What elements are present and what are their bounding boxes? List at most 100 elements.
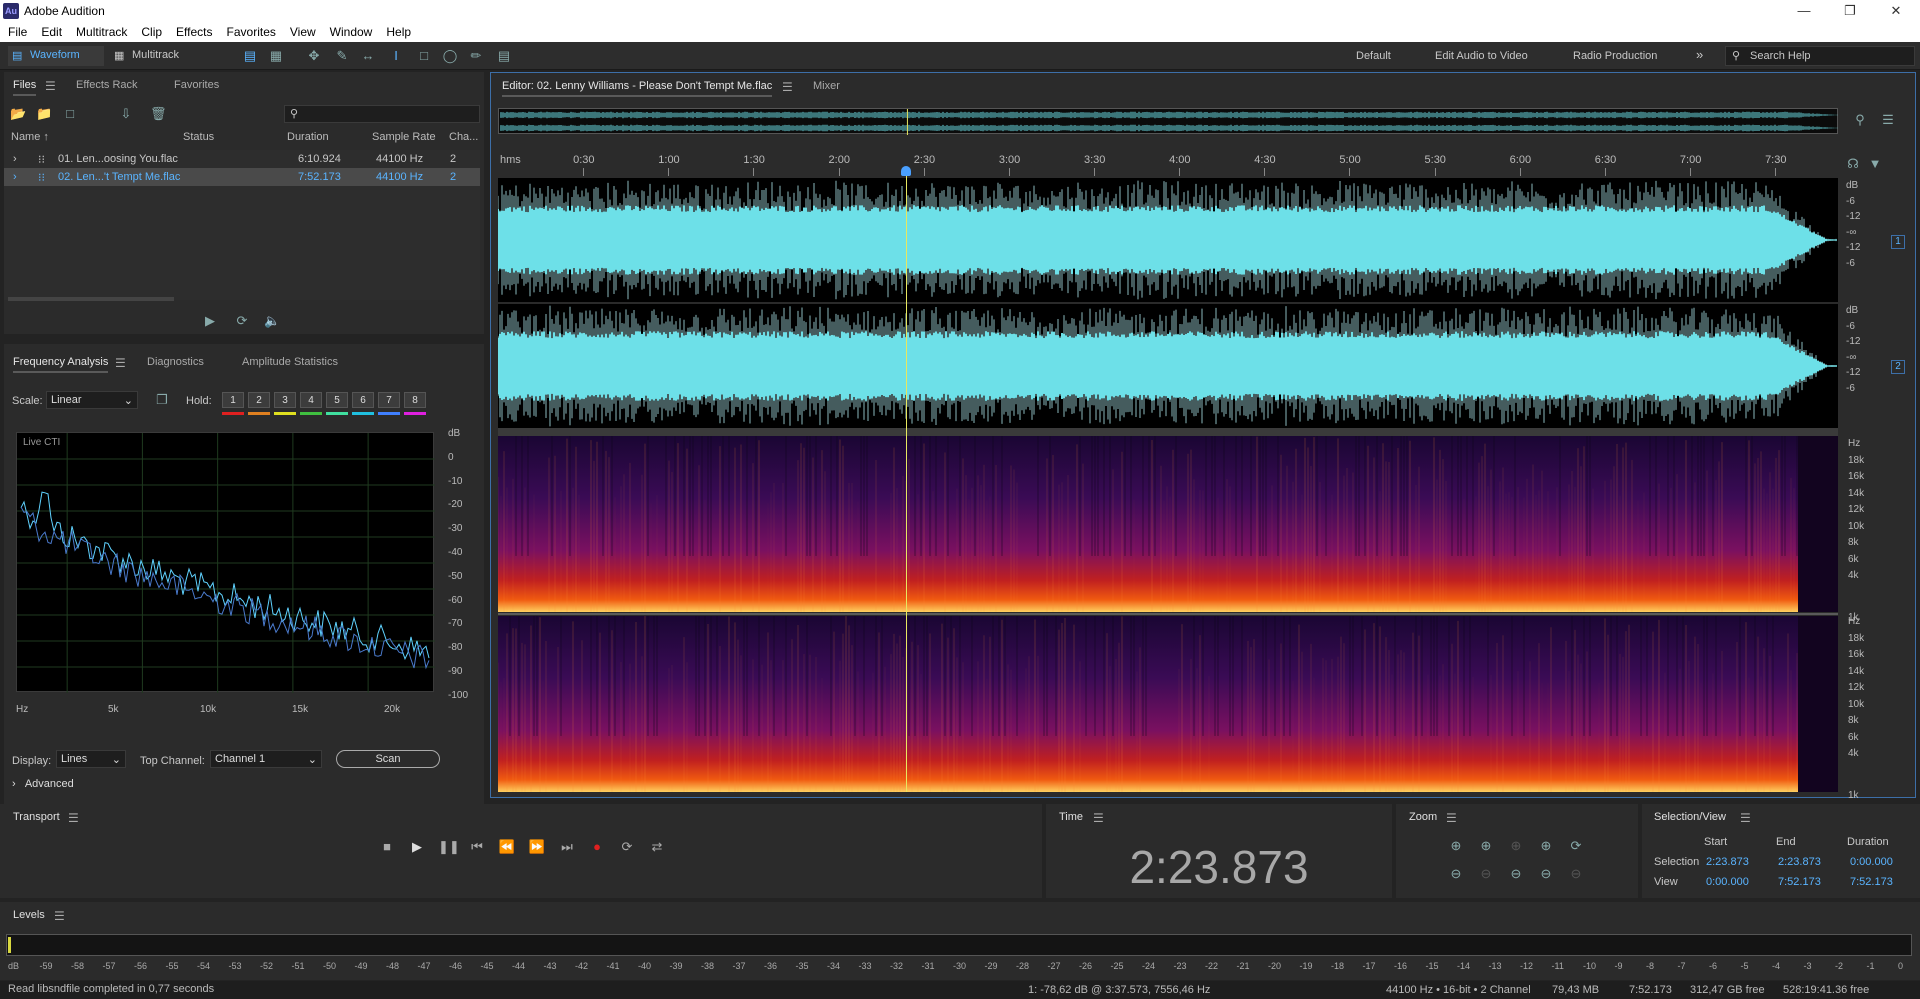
lasso-tool-icon[interactable]: ◯ (442, 48, 458, 64)
new-file-icon[interactable]: □ (62, 106, 78, 122)
minimize-button[interactable]: — (1784, 2, 1824, 20)
zoom-out-point-icon[interactable]: ⊖ (1538, 866, 1554, 882)
tab-frequency-analysis[interactable]: Frequency Analysis (13, 356, 109, 373)
freq-menu-icon[interactable]: ☰ (115, 356, 126, 370)
loop-preview-icon[interactable]: ⟳ (234, 313, 250, 329)
col-name[interactable]: Name ↑ (11, 131, 49, 143)
col-sample-rate[interactable]: Sample Rate (372, 131, 436, 143)
time-ruler[interactable]: hms 0:30 1:00 1:30 2:00 2:30 3:00 3:30 4:00 4:30 5… (498, 152, 1838, 176)
zoom-in-point-icon[interactable]: ⊕ (1538, 838, 1554, 854)
move-tool-icon[interactable]: ✥ (306, 48, 322, 64)
selection-start[interactable]: 2:23.873 (1706, 856, 1749, 868)
expand-icon[interactable]: › (13, 171, 17, 183)
pin-icon[interactable]: ▼ (1867, 156, 1883, 172)
time-selection-tool-icon[interactable]: I (388, 48, 404, 64)
zoom-reset-icon[interactable]: ⟳ (1568, 838, 1584, 854)
menu-view[interactable]: View (282, 22, 322, 39)
tab-diagnostics[interactable]: Diagnostics (147, 356, 204, 368)
zoom-in-amplitude-icon[interactable]: ⊕ (1448, 838, 1464, 854)
pause-button[interactable]: ❚❚ (438, 838, 460, 856)
view-duration[interactable]: 7:52.173 (1850, 876, 1893, 888)
menu-favorites[interactable]: Favorites (219, 22, 282, 39)
selection-duration[interactable]: 0:00.000 (1850, 856, 1893, 868)
hold-button-2[interactable]: 2 (248, 392, 270, 408)
spectral-display[interactable] (497, 436, 1838, 792)
menu-effects[interactable]: Effects (168, 22, 218, 39)
headphones-icon[interactable]: ☊ (1845, 156, 1861, 172)
zoom-out-time-icon[interactable]: ⊖ (1478, 866, 1494, 882)
zoom-in-time-icon[interactable]: ⊕ (1478, 838, 1494, 854)
levels-menu-icon[interactable]: ☰ (54, 909, 65, 923)
workspace-radio-production[interactable]: Radio Production (1573, 50, 1657, 62)
menu-help[interactable]: Help (378, 22, 417, 39)
col-duration[interactable]: Duration (287, 131, 329, 143)
waveform-display[interactable] (497, 178, 1838, 428)
expand-icon[interactable]: › (13, 153, 17, 165)
files-menu-icon[interactable]: ☰ (45, 79, 56, 93)
spot-healing-tool-icon[interactable]: ▤ (496, 48, 512, 64)
tab-favorites[interactable]: Favorites (174, 79, 219, 91)
hold-button-8[interactable]: 8 (404, 392, 426, 408)
top-channel-select[interactable]: Channel 1 ⌄ (210, 750, 322, 768)
selection-menu-icon[interactable]: ☰ (1740, 811, 1751, 825)
view-end[interactable]: 7:52.173 (1778, 876, 1821, 888)
play-preview-icon[interactable]: ▶ (202, 313, 218, 329)
channel-badge[interactable]: 1 (1891, 235, 1905, 249)
snapshot-icon[interactable]: ❐ (154, 392, 170, 408)
razor-tool-icon[interactable]: ✎ (334, 48, 350, 64)
insert-icon[interactable]: ⇩ (118, 106, 134, 122)
import-file-icon[interactable]: 📁 (36, 106, 52, 122)
tab-effects-rack[interactable]: Effects Rack (76, 79, 138, 91)
menu-file[interactable]: File (0, 22, 33, 39)
overview-strip[interactable] (498, 108, 1838, 135)
close-button[interactable]: ✕ (1876, 2, 1916, 20)
menu-multitrack[interactable]: Multitrack (68, 22, 133, 39)
selection-end[interactable]: 2:23.873 (1778, 856, 1821, 868)
hold-button-7[interactable]: 7 (378, 392, 400, 408)
tab-editor[interactable]: Editor: 02. Lenny Williams - Please Don'… (502, 80, 773, 97)
hold-button-4[interactable]: 4 (300, 392, 322, 408)
waveform-view-icon[interactable]: ▤ (242, 48, 258, 64)
tab-mixer[interactable]: Mixer (813, 80, 840, 92)
multitrack-mode-button[interactable]: ▦ Multitrack (110, 46, 200, 66)
advanced-toggle[interactable]: › Advanced (12, 778, 74, 790)
maximize-button[interactable]: ❐ (1830, 2, 1870, 20)
col-channels[interactable]: Cha... (449, 131, 478, 143)
zoom-out-full-icon[interactable]: ⊕ (1508, 838, 1524, 854)
search-help-input[interactable]: ⚲ Search Help (1725, 46, 1915, 66)
display-select[interactable]: Lines ⌄ (56, 750, 126, 768)
menu-clip[interactable]: Clip (133, 22, 168, 39)
zoom-menu-icon[interactable]: ☰ (1446, 811, 1457, 825)
editor-menu-icon[interactable]: ☰ (782, 80, 793, 94)
play-button[interactable]: ▶ (408, 838, 426, 856)
workspace-more-button[interactable]: » (1696, 47, 1703, 62)
col-status[interactable]: Status (183, 131, 214, 143)
tab-files[interactable]: Files (13, 79, 37, 96)
go-to-start-button[interactable]: ⏮ (468, 838, 486, 856)
stop-button[interactable]: ■ (378, 838, 396, 856)
files-scrollbar[interactable] (8, 297, 174, 301)
menu-edit[interactable]: Edit (33, 22, 68, 39)
slip-tool-icon[interactable]: ↔ (360, 48, 376, 64)
time-menu-icon[interactable]: ☰ (1093, 811, 1104, 825)
scan-button[interactable]: Scan (336, 750, 440, 768)
view-start[interactable]: 0:00.000 (1706, 876, 1749, 888)
files-search-input[interactable]: ⚲ (284, 105, 480, 123)
channel-badge[interactable]: 2 (1891, 360, 1905, 374)
spectral-view-icon[interactable]: ▦ (268, 48, 284, 64)
menu-window[interactable]: Window (322, 22, 379, 39)
file-row[interactable]: › ⁝⁝ 02. Len...'t Tempt Me.flac 7:52.173… (4, 168, 480, 186)
delete-icon[interactable]: 🗑 (150, 106, 167, 122)
marquee-tool-icon[interactable]: □ (416, 48, 432, 64)
hold-button-3[interactable]: 3 (274, 392, 296, 408)
zoom-selection-icon[interactable]: ⚲ (1852, 112, 1868, 128)
record-button[interactable]: ● (588, 838, 606, 856)
brush-tool-icon[interactable]: ✏ (468, 48, 484, 64)
scale-select[interactable]: Linear ⌄ (46, 391, 138, 409)
frequency-graph[interactable]: Live CTI (16, 432, 435, 693)
hold-button-6[interactable]: 6 (352, 392, 374, 408)
zoom-out-amplitude-icon[interactable]: ⊖ (1448, 866, 1464, 882)
hold-button-5[interactable]: 5 (326, 392, 348, 408)
playhead-handle[interactable] (901, 166, 912, 176)
open-file-icon[interactable]: 📂 (10, 106, 26, 122)
